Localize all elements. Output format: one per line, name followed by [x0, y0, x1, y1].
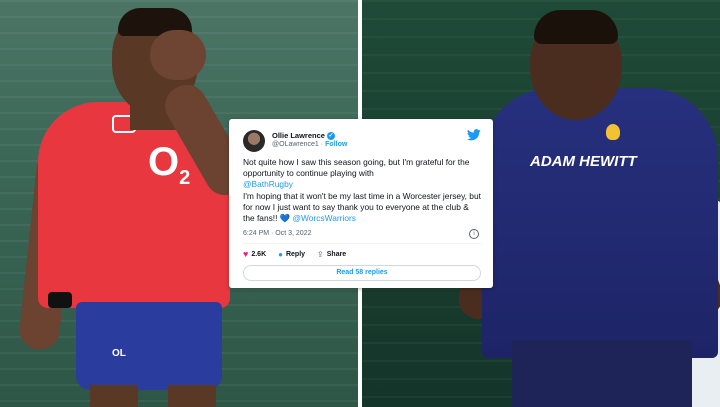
- heart-icon: ♥: [243, 249, 249, 260]
- navy-jersey: [482, 88, 718, 358]
- read-replies-button[interactable]: Read 58 replies: [243, 265, 481, 282]
- blue-shorts: [76, 302, 222, 390]
- like-count: 2.6K: [251, 250, 267, 258]
- mention-worcs-warriors[interactable]: @WorcsWarriors: [293, 213, 356, 223]
- jersey-sponsor-text: ADAM HEWITT: [530, 153, 637, 170]
- verified-badge-icon: ✓: [326, 132, 335, 141]
- navy-shorts: [512, 340, 692, 407]
- share-icon: ⇪: [317, 249, 324, 259]
- reply-button[interactable]: ● Reply: [278, 250, 305, 259]
- mention-bath-rugby[interactable]: @BathRugby: [243, 179, 293, 189]
- wrist-watch: [48, 292, 72, 308]
- tweet-actions: ♥ 2.6K ● Reply ⇪ Share: [243, 249, 481, 259]
- follow-button[interactable]: Follow: [325, 141, 347, 148]
- author-name[interactable]: Ollie Lawrence: [272, 131, 325, 140]
- club-badge-icon: [606, 124, 620, 140]
- share-button[interactable]: ⇪ Share: [317, 250, 346, 259]
- avatar[interactable]: [243, 130, 265, 152]
- like-button[interactable]: ♥ 2.6K: [243, 249, 266, 259]
- info-icon[interactable]: i: [469, 229, 479, 240]
- hand-on-face: [150, 30, 206, 80]
- tweet-timestamp[interactable]: 6:24 PM · Oct 3, 2022: [243, 230, 311, 237]
- author-handle[interactable]: @OLawrence1: [272, 141, 319, 148]
- embedded-tweet: Ollie Lawrence ✓ @OLawrence1 · Follow Not q…: [229, 119, 493, 288]
- twitter-bird-icon[interactable]: [467, 129, 481, 141]
- tweet-text: Not quite how I saw this season going, b…: [243, 157, 481, 224]
- blue-heart-emoji: 💙: [279, 213, 291, 224]
- jersey-sponsor: O2: [148, 140, 191, 189]
- tweet-header: Ollie Lawrence ✓ @OLawrence1 · Follow: [243, 129, 481, 155]
- reply-icon: ●: [278, 249, 283, 259]
- shorts-initials: OL: [112, 348, 126, 359]
